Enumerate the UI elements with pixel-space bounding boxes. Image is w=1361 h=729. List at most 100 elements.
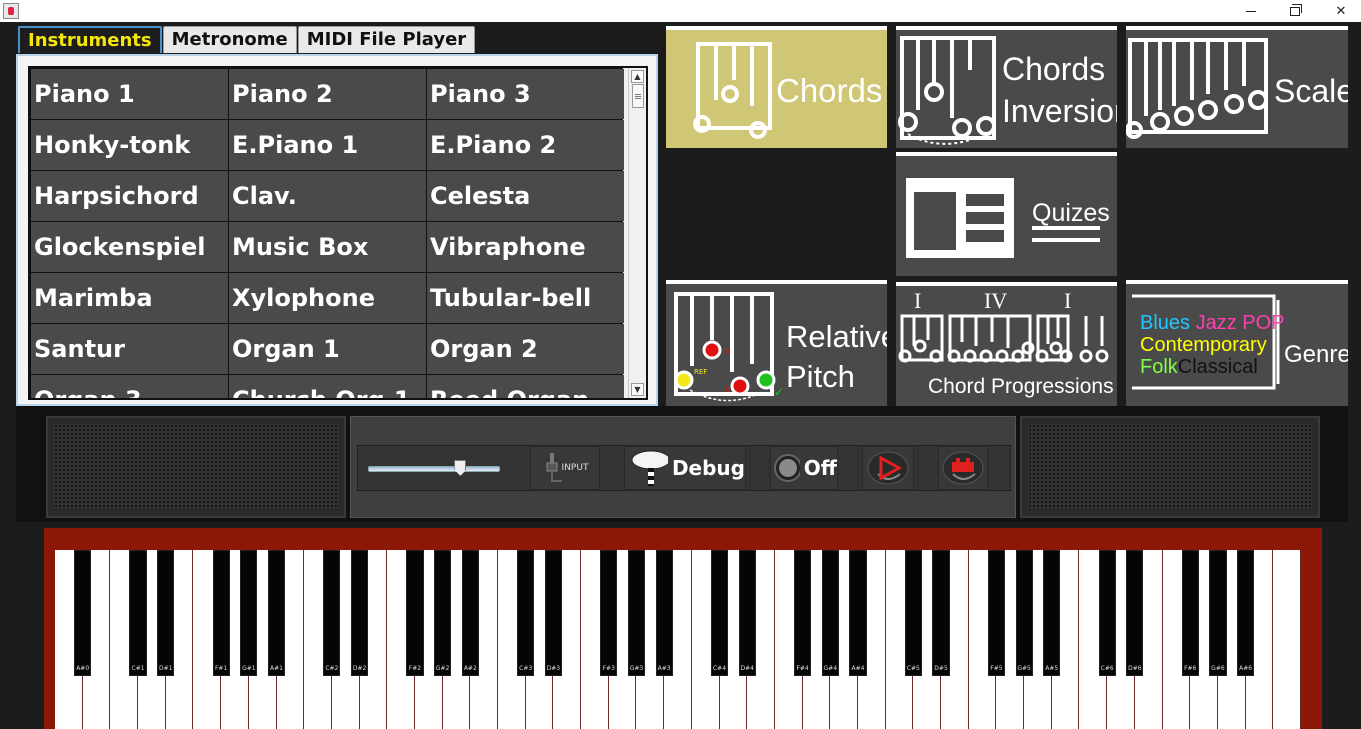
- instrument-cell[interactable]: Reed Organ: [427, 375, 624, 398]
- scroll-thumb[interactable]: [632, 84, 644, 108]
- black-key[interactable]: A#6: [1237, 550, 1255, 676]
- instruments-panel: Piano 1 Piano 2 Piano 3 Honky-tonk E.Pia…: [16, 54, 658, 406]
- genre-folk: Folk: [1140, 356, 1178, 378]
- debug-button[interactable]: Debug: [624, 446, 746, 490]
- white-key[interactable]: [1273, 550, 1301, 729]
- volume-track: [368, 466, 500, 472]
- black-key[interactable]: D#4: [738, 550, 756, 676]
- black-key-label: G#4: [823, 665, 838, 672]
- black-key[interactable]: F#3: [600, 550, 618, 676]
- instrument-cell[interactable]: Honky-tonk: [31, 120, 228, 170]
- instrument-cell[interactable]: Celesta: [427, 171, 624, 221]
- black-key[interactable]: C#1: [129, 550, 147, 676]
- black-key-label: D#2: [352, 665, 367, 672]
- black-key[interactable]: D#2: [350, 550, 369, 676]
- off-toggle[interactable]: Off: [770, 446, 838, 490]
- black-key-label: F#2: [408, 665, 422, 672]
- genres-tile[interactable]: Blues Jazz POP Contemporary FolkClassica…: [1126, 280, 1348, 406]
- volume-slider[interactable]: [362, 446, 526, 490]
- black-key[interactable]: F#2: [406, 550, 424, 676]
- black-key[interactable]: C#5: [904, 550, 922, 676]
- instrument-cell[interactable]: Tubular-bell: [427, 273, 624, 323]
- black-key[interactable]: C#3: [517, 550, 535, 676]
- instrument-cell[interactable]: Marimba: [31, 273, 228, 323]
- black-key[interactable]: A#2: [461, 550, 479, 676]
- instrument-cell[interactable]: Vibraphone: [427, 222, 624, 272]
- tab-midi-file-player[interactable]: MIDI File Player: [297, 26, 476, 53]
- genre-contemporary: Contemporary: [1140, 334, 1267, 356]
- volume-thumb[interactable]: [454, 460, 467, 476]
- black-key-label: C#2: [325, 665, 339, 672]
- black-key[interactable]: G#4: [821, 550, 839, 676]
- black-key[interactable]: G#1: [240, 550, 258, 676]
- vertical-scrollbar[interactable]: ▲ ▼: [628, 68, 646, 398]
- black-key[interactable]: F#1: [212, 550, 230, 676]
- scroll-up-icon[interactable]: ▲: [631, 70, 644, 83]
- instruments-grid: Piano 1 Piano 2 Piano 3 Honky-tonk E.Pia…: [30, 68, 624, 398]
- black-key[interactable]: A#0: [74, 550, 92, 676]
- java-app-icon: [3, 3, 19, 19]
- black-key[interactable]: G#2: [434, 550, 452, 676]
- chords-inversion-icon: [898, 36, 996, 145]
- black-key[interactable]: A#3: [655, 550, 673, 676]
- instrument-cell[interactable]: Organ 2: [427, 324, 624, 374]
- black-key[interactable]: G#3: [627, 550, 646, 676]
- controls-area: INPUT Debug Off: [16, 406, 1348, 522]
- input-button[interactable]: INPUT: [530, 446, 600, 490]
- instrument-cell[interactable]: Clav.: [229, 171, 426, 221]
- black-key[interactable]: D#1: [157, 550, 175, 676]
- genre-pop: POP: [1242, 312, 1285, 334]
- instrument-cell[interactable]: E.Piano 2: [427, 120, 624, 170]
- chords-inversion-tile[interactable]: Chords Inversion: [896, 26, 1117, 148]
- black-key[interactable]: A#1: [267, 550, 286, 676]
- right-speaker: [1020, 416, 1320, 518]
- black-key[interactable]: D#5: [932, 550, 950, 676]
- black-key[interactable]: F#5: [987, 550, 1005, 676]
- quizes-tile[interactable]: Quizes: [896, 152, 1117, 276]
- instrument-cell[interactable]: Piano 3: [427, 69, 624, 119]
- instrument-cell[interactable]: Piano 1: [31, 69, 228, 119]
- black-key[interactable]: F#6: [1181, 550, 1199, 676]
- chords-tile[interactable]: Chords: [666, 26, 887, 148]
- black-key[interactable]: A#4: [849, 550, 867, 676]
- black-key[interactable]: A#5: [1043, 550, 1061, 676]
- relative-pitch-tile[interactable]: x x ✓ REF Relative Pitch: [666, 280, 887, 406]
- instrument-cell[interactable]: Piano 2: [229, 69, 426, 119]
- minimize-button[interactable]: [1228, 0, 1274, 22]
- black-key[interactable]: D#3: [544, 550, 562, 676]
- black-key[interactable]: C#6: [1098, 550, 1116, 676]
- instrument-cell[interactable]: Organ 1: [229, 324, 426, 374]
- instrument-cell[interactable]: Harpsichord: [31, 171, 228, 221]
- instruments-scroll-pane: Piano 1 Piano 2 Piano 3 Honky-tonk E.Pia…: [28, 66, 648, 400]
- black-key[interactable]: C#4: [710, 550, 729, 676]
- tab-bar: Instruments Metronome MIDI File Player: [18, 26, 476, 54]
- instrument-cell[interactable]: Xylophone: [229, 273, 426, 323]
- black-key[interactable]: C#2: [323, 550, 341, 676]
- tab-instruments[interactable]: Instruments: [18, 26, 162, 53]
- instrument-cell[interactable]: Santur: [31, 324, 228, 374]
- toolbar: INPUT Debug Off: [357, 445, 1011, 491]
- black-key-label: G#3: [629, 665, 644, 672]
- instrument-cell[interactable]: Glockenspiel: [31, 222, 228, 272]
- chord-progressions-tile[interactable]: I IV I Chord Progressions: [896, 282, 1117, 406]
- scroll-down-icon[interactable]: ▼: [631, 383, 644, 396]
- black-key-label: G#6: [1211, 665, 1225, 672]
- instrument-cell[interactable]: E.Piano 1: [229, 120, 426, 170]
- instrument-cell[interactable]: Organ 3: [31, 375, 228, 398]
- record-button[interactable]: [938, 446, 988, 490]
- scales-tile[interactable]: Scales: [1126, 26, 1348, 148]
- instrument-cell[interactable]: Music Box: [229, 222, 426, 272]
- play-button[interactable]: [862, 446, 914, 490]
- black-key[interactable]: G#6: [1209, 550, 1227, 676]
- restore-icon: [1290, 3, 1302, 16]
- close-button[interactable]: ✕: [1318, 0, 1361, 22]
- black-key[interactable]: F#4: [794, 550, 812, 676]
- title-bar: ✕: [0, 0, 1361, 22]
- black-key[interactable]: D#6: [1126, 550, 1144, 676]
- black-key[interactable]: G#5: [1015, 550, 1033, 676]
- tab-metronome[interactable]: Metronome: [162, 26, 297, 53]
- svg-text:x: x: [724, 346, 730, 357]
- restore-button[interactable]: [1272, 0, 1318, 22]
- instrument-cell[interactable]: Church Org.1: [229, 375, 426, 398]
- quizes-label: Quizes: [1032, 199, 1110, 227]
